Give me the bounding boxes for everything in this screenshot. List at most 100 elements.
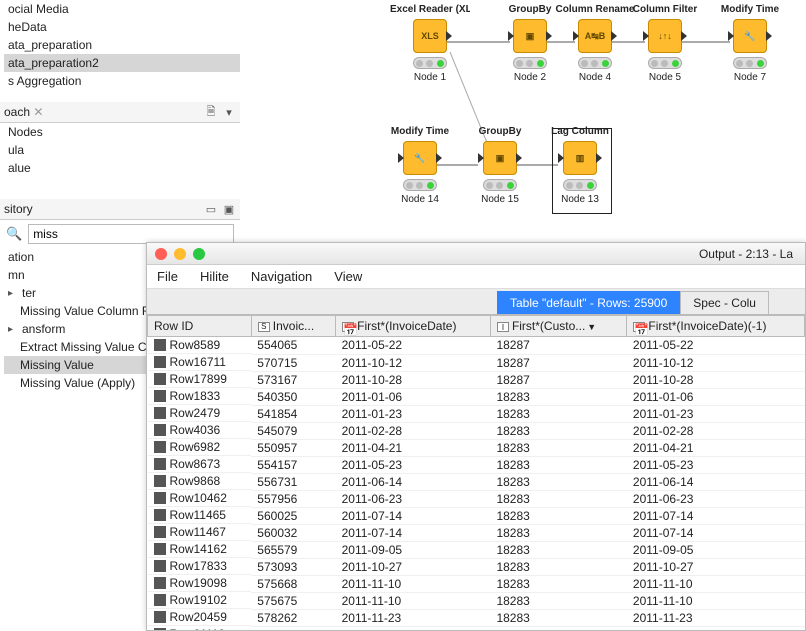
- table-row[interactable]: Row141625655792011-09-05182832011-09-05: [148, 541, 805, 558]
- tree-item[interactable]: s Aggregation: [4, 72, 240, 90]
- table-cell: 18283: [490, 592, 626, 609]
- tree-item-label: Missing Value Column Filt: [20, 304, 158, 318]
- table-cell: 2011-10-12: [627, 354, 805, 371]
- table-cell: 540350: [251, 388, 335, 405]
- table-cell: 2011-10-12: [336, 354, 491, 371]
- tree-item[interactable]: Nodes: [4, 123, 240, 141]
- node-box[interactable]: ▣: [483, 141, 517, 175]
- table-cell: 2011-10-27: [336, 558, 491, 575]
- table-row[interactable]: Row167115707152011-10-12182872011-10-12: [148, 354, 805, 371]
- table-cell: 560032: [251, 524, 335, 541]
- table-row[interactable]: Row40365450792011-02-28182832011-02-28: [148, 422, 805, 439]
- data-table-wrap[interactable]: Row ID SInvoic...📅First*(InvoiceDate)IFir…: [147, 315, 805, 630]
- titlebar[interactable]: Output - 2:13 - La: [147, 243, 805, 265]
- close-icon[interactable]: [155, 248, 167, 260]
- node-id: Node 5: [625, 72, 705, 83]
- column-header[interactable]: IFirst*(Custo...▼: [490, 316, 626, 337]
- table-cell: 2011-07-14: [336, 524, 491, 541]
- table-row[interactable]: Row190985756682011-11-10182832011-11-10: [148, 575, 805, 592]
- menu-navigation[interactable]: Navigation: [251, 269, 312, 284]
- table-cell: 2011-02-28: [627, 422, 805, 439]
- node-id: Node 14: [380, 194, 460, 205]
- table-row[interactable]: Row211185796722011-11-30182832011-11-30: [148, 626, 805, 630]
- tree-item-label: ansform: [22, 322, 65, 336]
- workflow-canvas[interactable]: Excel Reader (XLS)XLSNode 1 GroupBy▣Node …: [240, 0, 806, 242]
- menu-view[interactable]: View: [334, 269, 362, 284]
- table-cell: Row9868: [148, 473, 252, 490]
- search-icon: 🔍: [6, 226, 22, 242]
- table-cell: 18283: [490, 473, 626, 490]
- tree-item[interactable]: heData: [4, 18, 240, 36]
- node-box[interactable]: ↓↑↓: [648, 19, 682, 53]
- workflow-node[interactable]: Column RenameA↹BNode 4: [555, 4, 635, 83]
- row-marker-icon: [154, 560, 166, 572]
- coach-section-header: oach ✕ 🗎 ▾: [0, 102, 240, 123]
- minimize-icon[interactable]: [174, 248, 186, 260]
- table-cell: 2011-09-05: [336, 541, 491, 558]
- tree-item[interactable]: ata_preparation2: [4, 54, 240, 72]
- table-cell: 18283: [490, 456, 626, 473]
- table-row[interactable]: Row114675600322011-07-14182832011-07-14: [148, 524, 805, 541]
- node-box[interactable]: 🔧: [733, 19, 767, 53]
- table-row[interactable]: Row69825509572011-04-21182832011-04-21: [148, 439, 805, 456]
- tree-item-label: ata_preparation2: [8, 56, 99, 70]
- node-id: Node 4: [555, 72, 635, 83]
- table-row[interactable]: Row178335730932011-10-27182832011-10-27: [148, 558, 805, 575]
- table-cell: 554065: [251, 337, 335, 355]
- column-header[interactable]: 📅First*(InvoiceDate): [336, 316, 491, 337]
- node-box[interactable]: A↹B: [578, 19, 612, 53]
- workflow-node[interactable]: Modify Time🔧Node 14: [380, 126, 460, 205]
- workflow-node[interactable]: Excel Reader (XLS)XLSNode 1: [390, 4, 470, 83]
- table-row[interactable]: Row18335403502011-01-06182832011-01-06: [148, 388, 805, 405]
- tree-item[interactable]: alue: [4, 159, 240, 177]
- table-cell: 2011-06-23: [627, 490, 805, 507]
- table-row[interactable]: Row104625579562011-06-23182832011-06-23: [148, 490, 805, 507]
- zoom-icon[interactable]: [193, 248, 205, 260]
- menu-hilite[interactable]: Hilite: [200, 269, 229, 284]
- minimize-icon[interactable]: ▭: [204, 202, 218, 216]
- row-marker-icon: [154, 441, 166, 453]
- workflow-node[interactable]: Modify Time🔧Node 7: [710, 4, 790, 83]
- row-marker-icon: [154, 492, 166, 504]
- column-label: Row ID: [154, 319, 193, 333]
- new-doc-icon[interactable]: 🗎: [204, 105, 218, 119]
- table-row[interactable]: Row86735541572011-05-23182832011-05-23: [148, 456, 805, 473]
- column-header[interactable]: 📅First*(InvoiceDate)(-1): [627, 316, 805, 337]
- node-box[interactable]: ▣: [513, 19, 547, 53]
- table-row[interactable]: Row191025756752011-11-10182832011-11-10: [148, 592, 805, 609]
- restore-icon[interactable]: ▣: [222, 202, 236, 216]
- int-type-icon: I: [497, 322, 509, 332]
- workflow-node[interactable]: Column Filter↓↑↓Node 5: [625, 4, 705, 83]
- table-cell: 575668: [251, 575, 335, 592]
- repo-section-header: sitory ▭ ▣: [0, 199, 240, 220]
- table-row[interactable]: Row204595782622011-11-23182832011-11-23: [148, 609, 805, 626]
- table-row[interactable]: Row178995731672011-10-28182872011-10-28: [148, 371, 805, 388]
- tree-item-label: s Aggregation: [8, 74, 81, 88]
- table-row[interactable]: Row24795418542011-01-23182832011-01-23: [148, 405, 805, 422]
- data-table: Row ID SInvoic...📅First*(InvoiceDate)IFir…: [147, 315, 805, 630]
- table-cell: Row11465: [148, 507, 252, 524]
- row-marker-icon: [154, 407, 166, 419]
- tree-item[interactable]: ata_preparation: [4, 36, 240, 54]
- table-cell: 2011-06-14: [627, 473, 805, 490]
- tree-item[interactable]: ocial Media: [4, 0, 240, 18]
- traffic-light: [578, 57, 612, 69]
- table-row[interactable]: Row114655600252011-07-14182832011-07-14: [148, 507, 805, 524]
- menu-file[interactable]: File: [157, 269, 178, 284]
- table-cell: 2011-11-30: [336, 626, 491, 630]
- tab-table[interactable]: Table "default" - Rows: 25900: [497, 291, 680, 314]
- table-cell: Row19098: [148, 575, 252, 592]
- table-row[interactable]: Row85895540652011-05-22182872011-05-22: [148, 337, 805, 355]
- table-cell: 18283: [490, 626, 626, 630]
- dropdown-icon[interactable]: ▾: [222, 105, 236, 119]
- table-row[interactable]: Row98685567312011-06-14182832011-06-14: [148, 473, 805, 490]
- workflow-node[interactable]: GroupBy▣Node 15: [460, 126, 540, 205]
- row-marker-icon: [154, 475, 166, 487]
- tree-item[interactable]: ula: [4, 141, 240, 159]
- column-header[interactable]: SInvoic...: [251, 316, 335, 337]
- tab-spec[interactable]: Spec - Colu: [680, 291, 769, 314]
- column-header[interactable]: Row ID: [148, 316, 252, 337]
- search-input[interactable]: [28, 224, 234, 244]
- node-box[interactable]: XLS: [413, 19, 447, 53]
- node-box[interactable]: 🔧: [403, 141, 437, 175]
